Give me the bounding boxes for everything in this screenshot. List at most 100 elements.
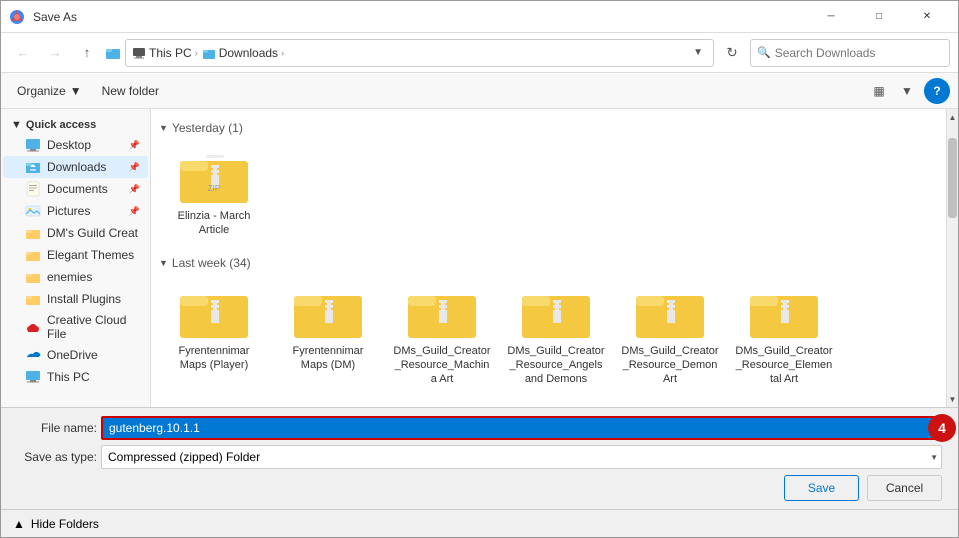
minimize-button[interactable]: ─ (808, 1, 854, 33)
file-item-demon[interactable]: DMs_Guild_Creator_Resource_Demon Art (615, 276, 725, 393)
last-week-chevron-icon: ▼ (159, 258, 168, 268)
creative-cloud-icon (25, 319, 41, 335)
file-label-4: DMs_Guild_Creator_Resource_Angels and De… (507, 344, 605, 387)
sidebar-onedrive-label: OneDrive (47, 348, 98, 362)
documents-icon (25, 181, 41, 197)
file-item-fyren-player[interactable]: Fyrentennimar Maps (Player) (159, 276, 269, 393)
sidebar-item-downloads[interactable]: Downloads 📌 (3, 156, 148, 178)
file-item-elinzia[interactable]: ZIP Elinzia - March Article (159, 141, 269, 244)
sidebar-desktop-label: Desktop (47, 138, 91, 152)
file-item-fyren-dm[interactable]: Fyrentennimar Maps (DM) (273, 276, 383, 393)
file-item-machina[interactable]: DMs_Guild_Creator_Resource_Machina Art (387, 276, 497, 393)
bottom-form-area: File name: 4 Save as type: Compressed (z… (17, 416, 942, 469)
yesterday-label: Yesterday (1) (172, 121, 243, 135)
address-pc-label: This PC (149, 46, 192, 60)
sidebar-item-onedrive[interactable]: OneDrive (3, 344, 148, 366)
file-item-fiend[interactable]: DMs_Guild_Creator_Resource_Fiend Art (159, 396, 269, 407)
scroll-up-button[interactable]: ▲ (947, 109, 958, 125)
zip-folder-icon-5 (634, 282, 706, 340)
sidebar-item-documents[interactable]: Documents 📌 (3, 178, 148, 200)
close-button[interactable]: ✕ (904, 1, 950, 33)
zip-folder-icon-2 (292, 282, 364, 340)
file-item-angels[interactable]: DMs_Guild_Creator_Resource_Angels and De… (501, 276, 611, 393)
downloads-folder-icon (25, 159, 41, 175)
title-controls: ─ □ ✕ (808, 1, 950, 33)
zip-folder-icon-elinzia: ZIP (178, 147, 250, 205)
address-dropdown-button[interactable]: ▼ (689, 45, 707, 60)
sidebar-install-plugins-label: Install Plugins (47, 292, 121, 306)
sidebar-documents-label: Documents (47, 182, 108, 196)
sidebar-item-dms-guild[interactable]: DM's Guild Creat (3, 222, 148, 244)
cancel-button[interactable]: Cancel (867, 475, 942, 501)
elegant-themes-folder-icon (25, 247, 41, 263)
scroll-thumb[interactable] (948, 138, 957, 218)
this-pc-icon (25, 369, 41, 385)
zip-folder-icon-4 (520, 282, 592, 340)
sidebar-item-pictures[interactable]: Pictures 📌 (3, 200, 148, 222)
sidebar-item-install-plugins[interactable]: Install Plugins (3, 288, 148, 310)
zip-folder-icon-6 (748, 282, 820, 340)
install-plugins-folder-icon (25, 291, 41, 307)
main-content: ▼ Quick access Desktop 📌 (1, 109, 958, 407)
svg-text:ZIP: ZIP (208, 184, 220, 193)
yesterday-group-label[interactable]: ▼ Yesterday (1) (159, 117, 938, 141)
toolbar: Organize ▼ New folder ▦ ▼ ? (1, 73, 958, 109)
address-downloads-label: Downloads (219, 46, 278, 60)
sidebar-item-elegant-themes[interactable]: Elegant Themes (3, 244, 148, 266)
sidebar: ▼ Quick access Desktop 📌 (1, 109, 151, 407)
organize-button[interactable]: Organize ▼ (9, 78, 90, 104)
hide-folders-bar[interactable]: ▲ Hide Folders (1, 509, 958, 537)
window-title: Save As (33, 10, 77, 24)
address-downloads: Downloads › (202, 46, 284, 60)
badge-label: 4 (938, 420, 946, 436)
yesterday-file-grid: ZIP Elinzia - March Article (159, 141, 938, 244)
address-chevron-1: › (195, 48, 198, 58)
file-name-input[interactable] (101, 416, 938, 440)
scroll-down-button[interactable]: ▼ (947, 391, 958, 407)
help-label: ? (933, 84, 940, 98)
sidebar-elegant-themes-label: Elegant Themes (47, 248, 134, 262)
save-button[interactable]: Save (784, 475, 859, 501)
search-bar-container: 🔍 (750, 39, 950, 67)
address-bar[interactable]: This PC › Downloads › ▼ (125, 39, 714, 67)
view-options-button[interactable]: ▦ (866, 78, 892, 104)
sidebar-item-desktop[interactable]: Desktop 📌 (3, 134, 148, 156)
sidebar-creative-cloud-label: Creative Cloud File (47, 313, 140, 341)
save-as-type-row: Save as type: Compressed (zipped) Folder… (17, 445, 942, 469)
address-chevron-2: › (281, 48, 284, 58)
view-chevron-button[interactable]: ▼ (894, 78, 920, 104)
maximize-button[interactable]: □ (856, 1, 902, 33)
title-bar: Save As ─ □ ✕ (1, 1, 958, 33)
scroll-track: ▲ ▼ (946, 109, 958, 407)
zip-folder-icon-3 (406, 282, 478, 340)
file-name-row: File name: 4 (17, 416, 942, 440)
up-button[interactable]: ↑ (73, 39, 101, 67)
app-icon (9, 9, 25, 25)
badge-circle: 4 (928, 414, 956, 442)
sidebar-item-creative-cloud[interactable]: Creative Cloud File (3, 310, 148, 344)
file-label-6: DMs_Guild_Creator_Resource_Elemental Art (735, 344, 833, 387)
zip-folder-icon-1 (178, 282, 250, 340)
last-week-group-label[interactable]: ▼ Last week (34) (159, 252, 938, 276)
refresh-button[interactable]: ↻ (718, 39, 746, 67)
last-week-file-grid: Fyrentennimar Maps (Player) Fyrentennima… (159, 276, 938, 407)
search-input[interactable] (775, 46, 943, 60)
help-button[interactable]: ? (924, 78, 950, 104)
dms-guild-folder-icon (25, 225, 41, 241)
pictures-pin-icon: 📌 (129, 206, 140, 217)
sidebar-pictures-label: Pictures (47, 204, 90, 218)
desktop-icon (25, 137, 41, 153)
sidebar-item-this-pc[interactable]: This PC (3, 366, 148, 388)
sidebar-item-enemies[interactable]: enemies (3, 266, 148, 288)
file-item-elemental[interactable]: DMs_Guild_Creator_Resource_Elemental Art (729, 276, 839, 393)
file-label-5: DMs_Guild_Creator_Resource_Demon Art (621, 344, 719, 387)
save-as-type-select[interactable]: Compressed (zipped) Folder (101, 445, 942, 469)
file-label-2: Fyrentennimar Maps (DM) (279, 344, 377, 373)
new-folder-button[interactable]: New folder (94, 78, 167, 104)
location-icon (105, 45, 121, 61)
back-button[interactable]: ← (9, 39, 37, 67)
enemies-folder-icon (25, 269, 41, 285)
scroll-thumb-area (947, 125, 958, 391)
forward-button[interactable]: → (41, 39, 69, 67)
form-buttons: Save Cancel (17, 475, 942, 501)
